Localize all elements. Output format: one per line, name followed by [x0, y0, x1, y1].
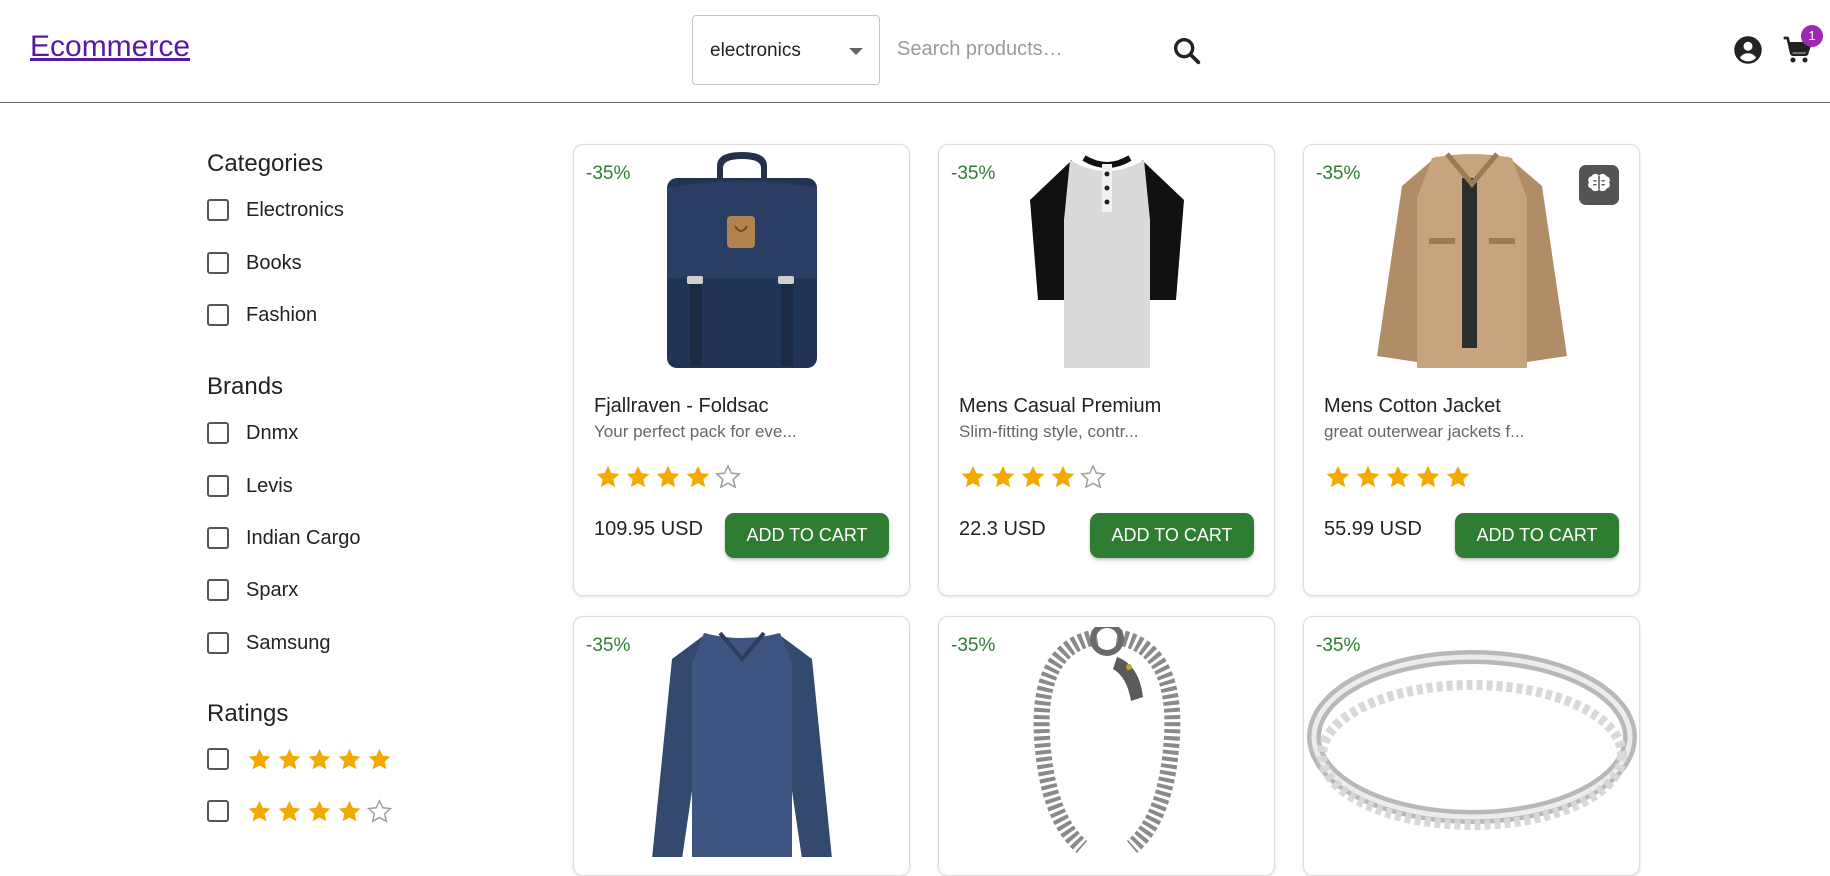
- product-title: Mens Cotton Jacket: [1324, 395, 1501, 417]
- star-filled-icon: [366, 746, 393, 773]
- star-filled-icon: [246, 798, 273, 825]
- product-card[interactable]: -35% Fjallraven - Foldsac Your perfect p…: [573, 144, 910, 596]
- dragon-bracelet-image: [1033, 627, 1180, 854]
- checkbox[interactable]: [207, 579, 229, 601]
- star-filled-icon: [684, 463, 712, 491]
- add-to-cart-button[interactable]: ADD TO CART: [1455, 513, 1619, 558]
- product-image[interactable]: [939, 145, 1274, 375]
- checkbox[interactable]: [207, 422, 229, 444]
- star-filled-icon: [276, 798, 303, 825]
- checkbox[interactable]: [207, 800, 229, 822]
- filter-brand-samsung[interactable]: Samsung: [207, 628, 331, 658]
- product-title: Fjallraven - Foldsac: [594, 395, 769, 417]
- filter-category-fashion[interactable]: Fashion: [207, 300, 317, 330]
- checkbox[interactable]: [207, 199, 229, 221]
- filter-rating-4[interactable]: [207, 796, 393, 826]
- star-filled-icon: [989, 463, 1017, 491]
- ratings-heading: Ratings: [207, 700, 289, 727]
- filter-brand-sparx[interactable]: Sparx: [207, 575, 298, 605]
- star-filled-icon: [276, 746, 303, 773]
- filter-brand-levis[interactable]: Levis: [207, 471, 293, 501]
- raglan-tshirt-image: [1029, 154, 1184, 368]
- product-card[interactable]: -35%: [1303, 616, 1640, 876]
- star-filled-icon: [1384, 463, 1412, 491]
- product-rating: [959, 463, 1107, 491]
- top-app-bar: Ecommerce electronics 1: [0, 0, 1830, 103]
- star-filled-icon: [1049, 463, 1077, 491]
- chevron-down-icon: [849, 48, 863, 55]
- checkbox[interactable]: [207, 748, 229, 770]
- star-filled-icon: [1444, 463, 1472, 491]
- product-card[interactable]: -35%: [573, 616, 910, 876]
- filter-brand-dnmx[interactable]: Dnmx: [207, 418, 298, 448]
- search-input[interactable]: [897, 28, 1157, 70]
- logo-link[interactable]: Ecommerce: [30, 30, 190, 64]
- checkbox[interactable]: [207, 304, 229, 326]
- product-price: 109.95 USD: [594, 518, 703, 540]
- backpack-image: [666, 151, 817, 368]
- account-circle-icon: [1734, 36, 1762, 64]
- checkbox[interactable]: [207, 632, 229, 654]
- product-image[interactable]: [939, 617, 1274, 854]
- product-price: 22.3 USD: [959, 518, 1046, 540]
- star-empty-icon: [714, 463, 742, 491]
- product-rating: [1324, 463, 1472, 491]
- product-description: Slim-fitting style, contr...: [959, 422, 1139, 441]
- star-filled-icon: [959, 463, 987, 491]
- product-rating: [594, 463, 742, 491]
- filter-category-electronics[interactable]: Electronics: [207, 195, 344, 225]
- product-price: 55.99 USD: [1324, 518, 1422, 540]
- product-image[interactable]: [1304, 617, 1639, 847]
- rating-stars: [246, 746, 393, 773]
- category-select[interactable]: electronics: [692, 15, 880, 85]
- product-card[interactable]: -35%: [938, 616, 1275, 876]
- category-select-value: electronics: [710, 40, 801, 61]
- filter-category-books[interactable]: Books: [207, 248, 302, 278]
- long-sleeve-shirt-image: [651, 631, 832, 857]
- product-description: Your perfect pack for eve...: [594, 422, 797, 441]
- product-image[interactable]: [574, 145, 909, 375]
- star-filled-icon: [624, 463, 652, 491]
- star-filled-icon: [654, 463, 682, 491]
- add-to-cart-button[interactable]: ADD TO CART: [1090, 513, 1254, 558]
- star-filled-icon: [336, 798, 363, 825]
- star-filled-icon: [246, 746, 273, 773]
- star-empty-icon: [366, 798, 393, 825]
- cotton-jacket-image: [1376, 151, 1567, 368]
- brain-icon: [1588, 173, 1610, 192]
- ai-assist-button[interactable]: [1579, 165, 1619, 205]
- star-filled-icon: [1414, 463, 1442, 491]
- add-to-cart-button[interactable]: ADD TO CART: [725, 513, 889, 558]
- checkbox[interactable]: [207, 252, 229, 274]
- star-filled-icon: [594, 463, 622, 491]
- star-filled-icon: [306, 798, 333, 825]
- star-filled-icon: [1354, 463, 1382, 491]
- product-card[interactable]: -35% Mens Cotton Jacket great outerwear …: [1303, 144, 1640, 596]
- brands-heading: Brands: [207, 373, 284, 400]
- filter-rating-5[interactable]: [207, 744, 393, 774]
- filter-brand-indian-cargo[interactable]: Indian Cargo: [207, 523, 361, 553]
- cart-count-badge: 1: [1801, 25, 1823, 47]
- silver-ring-image: [1306, 650, 1637, 830]
- star-filled-icon: [306, 746, 333, 773]
- search-button[interactable]: [1170, 34, 1204, 68]
- star-empty-icon: [1079, 463, 1107, 491]
- star-filled-icon: [1019, 463, 1047, 491]
- star-filled-icon: [336, 746, 363, 773]
- search-icon: [1173, 37, 1201, 65]
- product-image[interactable]: [574, 617, 909, 857]
- checkbox[interactable]: [207, 475, 229, 497]
- account-button[interactable]: [1733, 35, 1763, 65]
- product-card[interactable]: -35% Mens Casual Premium Slim-fitting st…: [938, 144, 1275, 596]
- product-description: great outerwear jackets f...: [1324, 422, 1525, 441]
- categories-heading: Categories: [207, 150, 324, 177]
- star-filled-icon: [1324, 463, 1352, 491]
- checkbox[interactable]: [207, 527, 229, 549]
- rating-stars: [246, 798, 393, 825]
- product-title: Mens Casual Premium: [959, 395, 1162, 417]
